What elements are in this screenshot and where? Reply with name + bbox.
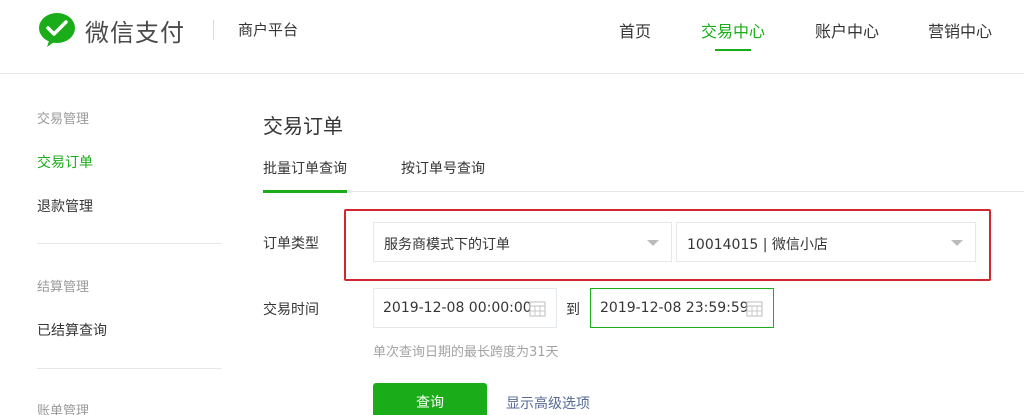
merchant-select[interactable]: 10014015 | 微信小店 [676,222,976,262]
query-tabs: 批量订单查询 按订单号查询 [263,150,1024,193]
end-date-value: 2019-12-08 23:59:59 [600,300,749,316]
sidebar-group-settlement: 结算管理 [37,280,90,295]
page-title: 交易订单 [263,114,343,138]
sidebar-divider [37,243,222,244]
calendar-icon[interactable] [529,300,546,317]
merchant-value: 10014015 | 微信小店 [687,237,828,253]
end-date-input[interactable]: 2019-12-08 23:59:59 [590,288,774,328]
tab-batch-query[interactable]: 批量订单查询 [263,158,347,193]
top-nav: 首页 交易中心 账户中心 营销中心 [0,18,1024,74]
trade-time-label: 交易时间 [263,302,319,318]
order-mode-value: 服务商模式下的订单 [384,237,510,253]
tab-order-number-query[interactable]: 按订单号查询 [401,158,485,178]
date-span-hint: 单次查询日期的最长跨度为31天 [373,345,559,360]
order-mode-select[interactable]: 服务商模式下的订单 [373,222,672,262]
sidebar-item-refunds[interactable]: 退款管理 [37,196,93,216]
nav-item-trade-center[interactable]: 交易中心 [701,18,765,42]
sidebar-group-bills: 账单管理 [37,404,90,415]
nav-item-home[interactable]: 首页 [619,18,651,42]
order-type-label: 订单类型 [263,236,319,252]
sidebar-item-settled-query[interactable]: 已结算查询 [37,320,107,340]
sidebar: 交易管理 交易订单 退款管理 结算管理 已结算查询 账单管理 [0,75,222,415]
sidebar-divider [37,368,222,369]
calendar-icon[interactable] [746,300,763,317]
start-date-input[interactable]: 2019-12-08 00:00:00 [373,288,557,328]
sidebar-item-trade-orders[interactable]: 交易订单 [37,152,93,172]
sidebar-group-trade: 交易管理 [37,112,90,127]
nav-item-marketing-center[interactable]: 营销中心 [928,18,992,42]
query-button[interactable]: 查询 [373,383,487,415]
show-advanced-options-link[interactable]: 显示高级选项 [506,393,590,413]
chevron-down-icon [951,240,963,246]
date-range-separator: 到 [566,302,580,318]
chevron-down-icon [647,240,659,246]
start-date-value: 2019-12-08 00:00:00 [383,300,532,316]
top-header: 微信支付 商户平台 首页 交易中心 账户中心 营销中心 [0,0,1024,74]
nav-item-account-center[interactable]: 账户中心 [815,18,879,42]
